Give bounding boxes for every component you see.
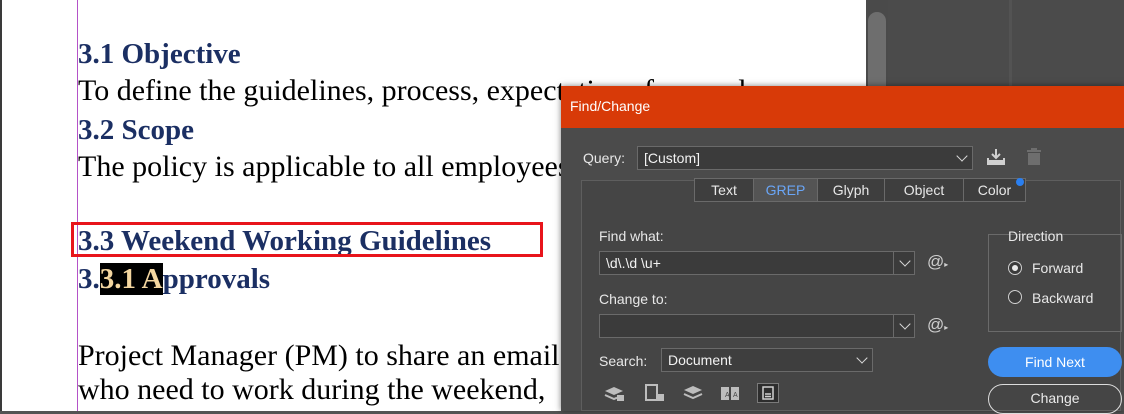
heading-objective[interactable]: 3.1 Objective	[78, 38, 241, 71]
include-hidden-layers-icon[interactable]	[682, 383, 704, 403]
include-footnotes-icon[interactable]	[757, 383, 779, 403]
direction-group	[988, 234, 1122, 332]
paragraph-line-2[interactable]: who need to work during the weekend,	[78, 373, 545, 407]
chevron-down-icon[interactable]	[893, 314, 915, 338]
include-locked-layers-icon[interactable]	[603, 383, 625, 403]
include-locked-stories-icon[interactable]	[643, 383, 665, 403]
panel-cell	[888, 0, 1009, 86]
highlight-annotation-box	[71, 222, 543, 257]
chevron-down-icon[interactable]	[893, 251, 915, 275]
direction-label: Direction	[1008, 228, 1064, 244]
query-label: Query:	[583, 150, 626, 166]
tab-object[interactable]: Object	[885, 179, 964, 201]
special-characters-icon[interactable]: @▸	[927, 252, 948, 272]
tab-text[interactable]: Text	[695, 179, 754, 201]
tab-grep[interactable]: GREP	[754, 179, 818, 201]
tab-glyph[interactable]: Glyph	[818, 179, 885, 201]
find-what-value: \d\.\d \u+	[606, 255, 661, 271]
change-to-field[interactable]	[599, 314, 915, 338]
heading-approvals-prefix: 3.	[78, 263, 100, 295]
change-button[interactable]: Change	[988, 384, 1122, 414]
query-dropdown[interactable]: [Custom]	[637, 146, 973, 170]
special-characters-icon[interactable]: @▸	[927, 315, 948, 335]
svg-text:A: A	[733, 392, 738, 399]
search-type-tabs: Text GREP Glyph Object Color	[694, 178, 1026, 202]
search-scope-value: Document	[668, 352, 732, 368]
chevron-down-icon	[851, 348, 873, 372]
heading-approvals[interactable]: 3.3.1 Approvals	[78, 263, 270, 296]
svg-text:A: A	[725, 392, 730, 399]
find-what-field[interactable]: \d\.\d \u+	[599, 251, 915, 275]
search-label: Search:	[599, 353, 648, 369]
include-master-pages-icon[interactable]: AA	[719, 383, 741, 403]
radio-forward-button[interactable]	[1008, 261, 1022, 275]
paragraph-line-1[interactable]: Project Manager (PM) to share an email	[78, 339, 560, 373]
heading-approvals-suffix: pprovals	[162, 263, 271, 295]
dialog-title: Find/Change	[570, 98, 651, 114]
trash-icon[interactable]	[1025, 147, 1043, 172]
text-scope[interactable]: The policy is applicable to all employee…	[78, 150, 570, 184]
query-value: [Custom]	[644, 150, 701, 166]
radio-backward-button[interactable]	[1008, 290, 1022, 304]
panel-cell	[1012, 0, 1124, 86]
find-change-dialog: Find/Change Query: [Custom] Text GREP Gl…	[561, 86, 1124, 414]
radio-forward-label[interactable]: Forward	[1032, 260, 1083, 276]
notification-dot	[1016, 178, 1024, 186]
radio-backward-label[interactable]: Backward	[1032, 290, 1093, 306]
heading-scope[interactable]: 3.2 Scope	[78, 114, 194, 147]
selected-text[interactable]: 3.1 A	[99, 263, 163, 295]
search-scope-dropdown[interactable]: Document	[661, 348, 873, 372]
change-to-label: Change to:	[599, 291, 668, 307]
find-next-button[interactable]: Find Next	[988, 347, 1122, 377]
find-what-label: Find what:	[599, 228, 664, 244]
chevron-down-icon	[951, 146, 973, 170]
save-query-icon[interactable]	[985, 147, 1007, 172]
dialog-titlebar[interactable]: Find/Change	[561, 86, 1124, 128]
